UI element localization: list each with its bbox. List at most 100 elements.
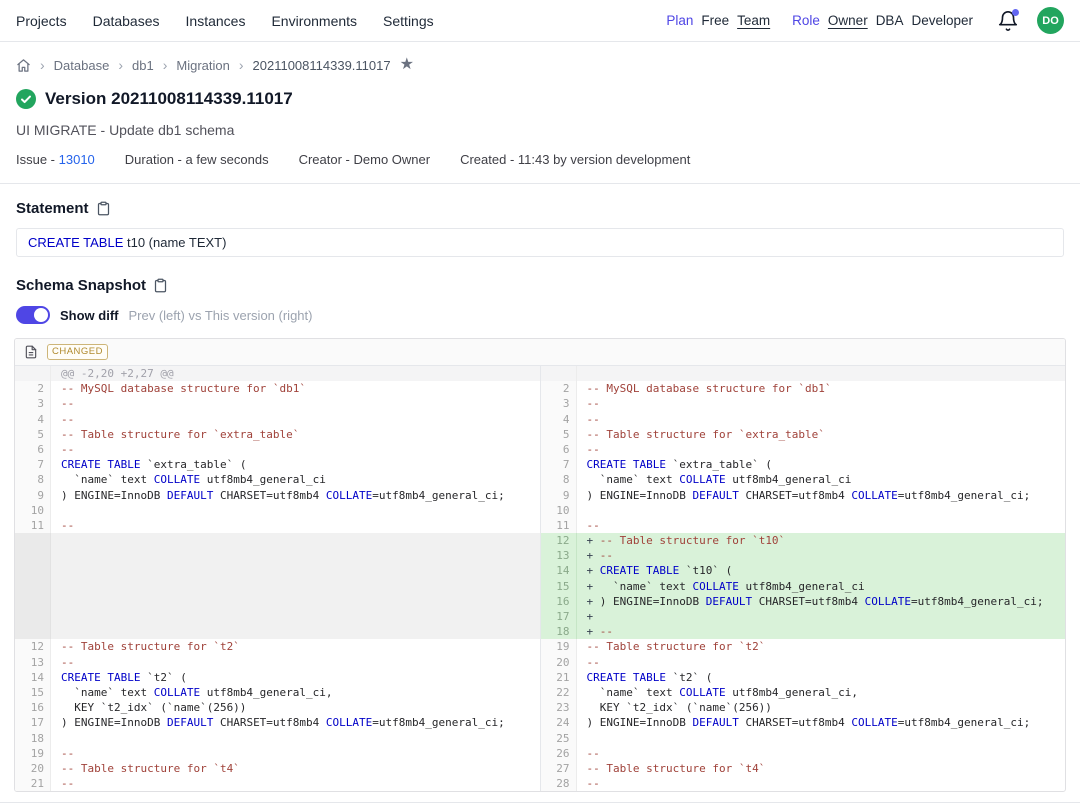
file-icon: [24, 345, 38, 359]
meta-row: Issue - 13010 Duration - a few seconds Cre…: [0, 138, 1080, 183]
breadcrumb: ›Database›db1›Migration›20211008114339.1…: [0, 42, 1080, 77]
avatar[interactable]: DO: [1037, 7, 1064, 34]
nav-item-instances[interactable]: Instances: [186, 13, 246, 29]
plan-value: Free: [701, 13, 729, 28]
left-line-number: 9: [15, 488, 51, 503]
diff-row: 12+ -- Table structure for `t10`: [15, 533, 1065, 548]
left-code-line: [51, 594, 540, 609]
left-code-line: -- Table structure for `t4`: [51, 761, 540, 776]
right-code-line: -- MySQL database structure for `db1`: [577, 381, 1066, 396]
diff-row: 8 `name` text COLLATE utf8mb4_general_ci…: [15, 472, 1065, 487]
line-number: [15, 366, 51, 381]
meta-label: Issue -: [16, 152, 59, 167]
right-code-line: + -- Table structure for `t10`: [577, 533, 1066, 548]
right-code-line: + ) ENGINE=InnoDB DEFAULT CHARSET=utf8mb…: [577, 594, 1066, 609]
right-line-number: 3: [540, 396, 577, 411]
left-code-line: --: [51, 518, 540, 533]
left-code-line: [51, 731, 540, 746]
left-code-line: [51, 624, 540, 639]
role-developer: Developer: [911, 13, 973, 28]
meta-label: Duration -: [125, 152, 186, 167]
notification-bell-icon[interactable]: [997, 10, 1019, 32]
right-code-line: [577, 731, 1066, 746]
diff-row: 13--20--: [15, 655, 1065, 670]
breadcrumb-items: ›Database›db1›Migration›20211008114339.1…: [40, 57, 391, 73]
breadcrumb-item[interactable]: 20211008114339.11017: [253, 58, 391, 73]
hunk-header: @@ -2,20 +2,27 @@: [51, 366, 540, 381]
line-number: [540, 366, 577, 381]
right-code-line: [577, 503, 1066, 518]
nav-item-settings[interactable]: Settings: [383, 13, 434, 29]
diff-row: 4--4--: [15, 412, 1065, 427]
right-line-number: 21: [540, 670, 577, 685]
right-line-number: 8: [540, 472, 577, 487]
breadcrumb-item[interactable]: Migration: [176, 58, 229, 73]
changed-badge: CHANGED: [47, 344, 108, 359]
right-line-number: 16: [540, 594, 577, 609]
nav-item-projects[interactable]: Projects: [16, 13, 67, 29]
right-line-number: 17: [540, 609, 577, 624]
right-line-number: 20: [540, 655, 577, 670]
meta-label: Created -: [460, 152, 518, 167]
right-line-number: 15: [540, 579, 577, 594]
right-line-number: 25: [540, 731, 577, 746]
right-line-number: 2: [540, 381, 577, 396]
right-code-line: ) ENGINE=InnoDB DEFAULT CHARSET=utf8mb4 …: [577, 488, 1066, 503]
nav-item-environments[interactable]: Environments: [271, 13, 357, 29]
left-line-number: 19: [15, 746, 51, 761]
right-code-line: +: [577, 609, 1066, 624]
show-diff-toggle[interactable]: [16, 306, 50, 324]
page-title: Version 20211008114339.11017: [45, 89, 293, 109]
right-code-line: --: [577, 518, 1066, 533]
right-code-line: --: [577, 412, 1066, 427]
nav-item-databases[interactable]: Databases: [93, 13, 160, 29]
statement-code: CREATE TABLE t10 (name TEXT): [16, 228, 1064, 257]
breadcrumb-item[interactable]: db1: [132, 58, 154, 73]
left-code-line: [51, 579, 540, 594]
right-code-line: + CREATE TABLE `t10` (: [577, 563, 1066, 578]
left-code-line: ) ENGINE=InnoDB DEFAULT CHARSET=utf8mb4 …: [51, 488, 540, 503]
home-icon[interactable]: [16, 58, 31, 73]
left-line-number: 2: [15, 381, 51, 396]
copy-statement-icon[interactable]: [96, 201, 111, 216]
right-line-number: 11: [540, 518, 577, 533]
star-icon[interactable]: ★: [400, 57, 414, 73]
diff-row: 1010: [15, 503, 1065, 518]
breadcrumb-separator: ›: [40, 57, 45, 73]
copy-snapshot-icon[interactable]: [153, 278, 168, 293]
statement-section-header: Statement: [0, 184, 1080, 217]
right-code-line: CREATE TABLE `extra_table` (: [577, 457, 1066, 472]
left-line-number: [15, 594, 51, 609]
left-code-line: CREATE TABLE `extra_table` (: [51, 457, 540, 472]
toggle-description: Prev (left) vs This version (right): [129, 308, 313, 323]
diff-row: 15+ `name` text COLLATE utf8mb4_general_…: [15, 579, 1065, 594]
nav-right: Plan Free Team Role Owner DBA Developer …: [666, 7, 1064, 34]
breadcrumb-separator: ›: [163, 57, 168, 73]
meta-value: a few seconds: [185, 152, 268, 167]
right-code-line: CREATE TABLE `t2` (: [577, 670, 1066, 685]
left-code-line: [51, 548, 540, 563]
left-line-number: [15, 563, 51, 578]
left-line-number: [15, 624, 51, 639]
role-dba: DBA: [876, 13, 904, 28]
right-code-line: `name` text COLLATE utf8mb4_general_ci,: [577, 685, 1066, 700]
diff-row: 16+ ) ENGINE=InnoDB DEFAULT CHARSET=utf8…: [15, 594, 1065, 609]
left-code-line: `name` text COLLATE utf8mb4_general_ci,: [51, 685, 540, 700]
diff-row: 15 `name` text COLLATE utf8mb4_general_c…: [15, 685, 1065, 700]
notification-dot: [1012, 9, 1019, 16]
diff-row: 6--6--: [15, 442, 1065, 457]
breadcrumb-item[interactable]: Database: [54, 58, 110, 73]
plan-team-link[interactable]: Team: [737, 13, 770, 28]
left-line-number: [15, 609, 51, 624]
left-code-line: ) ENGINE=InnoDB DEFAULT CHARSET=utf8mb4 …: [51, 715, 540, 730]
role-owner-link[interactable]: Owner: [828, 13, 868, 28]
right-line-number: 24: [540, 715, 577, 730]
meta-item: Created - 11:43 by version development: [460, 152, 690, 167]
meta-item: Duration - a few seconds: [125, 152, 269, 167]
diff-table[interactable]: @@ -2,20 +2,27 @@2-- MySQL database stru…: [15, 366, 1065, 791]
issue-link[interactable]: 13010: [59, 152, 95, 167]
right-code-line: + `name` text COLLATE utf8mb4_general_ci: [577, 579, 1066, 594]
plan-label: Plan: [666, 13, 693, 28]
left-code-line: [51, 609, 540, 624]
right-line-number: 10: [540, 503, 577, 518]
